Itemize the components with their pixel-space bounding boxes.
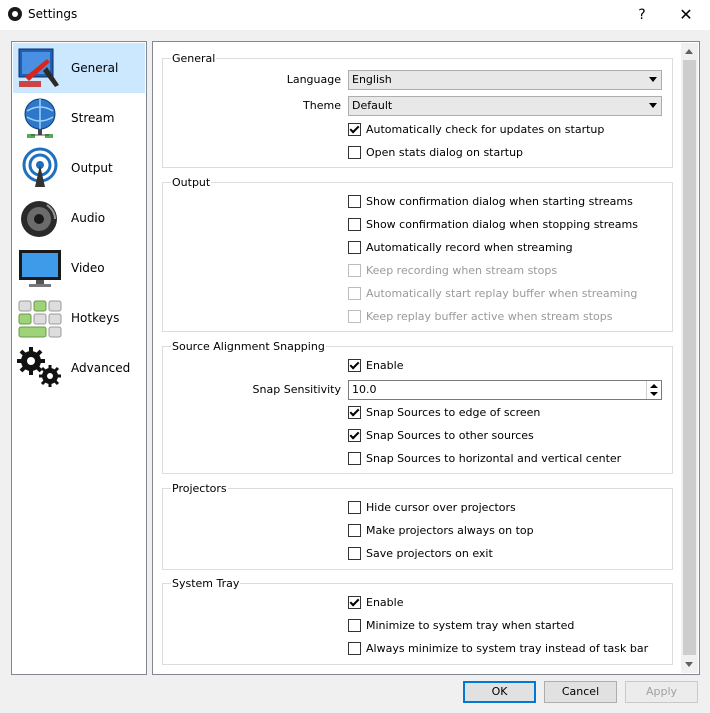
check-updates-checkbox[interactable] [348,123,361,136]
snap-center-checkbox[interactable] [348,452,361,465]
group-title: Output [171,176,212,189]
sidebar-item-audio[interactable]: Audio [13,193,145,243]
output-group: Output Show confirmation dialog when sta… [162,176,673,332]
sidebar-item-label: Audio [71,211,106,225]
ok-button[interactable]: OK [463,681,536,703]
checkbox-label: Automatically start replay buffer when s… [366,287,638,300]
snap-edge-checkbox[interactable] [348,406,361,419]
cancel-button[interactable]: Cancel [544,681,617,703]
theme-value: Default [352,99,393,112]
general-group: General Language English Theme Default A… [162,52,673,168]
sidebar-item-label: Hotkeys [71,311,120,325]
spin-down-icon[interactable] [650,392,658,396]
sidebar-item-hotkeys[interactable]: Hotkeys [13,293,145,343]
apply-button[interactable]: Apply [625,681,698,703]
checkbox-label: Automatically check for updates on start… [366,123,605,136]
chevron-down-icon [649,77,657,82]
confirm-stop-checkbox[interactable] [348,218,361,231]
sidebar-item-video[interactable]: Video [13,243,145,293]
sidebar-item-label: Video [71,261,105,275]
checkbox-label: Enable [366,596,404,609]
keep-recording-checkbox [348,264,361,277]
language-select[interactable]: English [348,70,662,90]
tray-enable-checkbox[interactable] [348,596,361,609]
help-button[interactable]: ? [632,5,652,25]
checkbox-label: Snap Sources to edge of screen [366,406,541,419]
sidebar-item-general[interactable]: General [13,43,145,93]
scroll-down-icon[interactable] [685,662,693,667]
keep-replay-checkbox [348,310,361,323]
stream-icon [24,98,56,138]
window-title: Settings [28,7,78,21]
checkbox-label: Show confirmation dialog when starting s… [366,195,633,208]
title-bar: Settings ? ✕ [0,0,710,30]
snap-other-checkbox[interactable] [348,429,361,442]
theme-label: Theme [303,99,341,112]
scroll-up-icon[interactable] [685,49,693,54]
sidebar-item-label: Advanced [71,361,131,375]
checkbox-label: Minimize to system tray when started [366,619,575,632]
confirm-start-checkbox[interactable] [348,195,361,208]
replay-buffer-checkbox [348,287,361,300]
advanced-icon [17,347,61,387]
snap-sensitivity-spinbox[interactable]: 10.0 [348,380,662,400]
system-tray-group: System Tray Enable Minimize to system tr… [162,577,673,665]
checkbox-label: Automatically record when streaming [366,241,573,254]
scrollbar-thumb[interactable] [683,60,696,655]
obs-logo-icon [8,7,22,21]
hotkeys-icon [18,300,62,338]
general-icon [18,48,59,87]
chevron-down-icon [649,103,657,108]
projectors-group: Projectors Hide cursor over projectors M… [162,482,673,570]
group-title: General [171,52,217,65]
always-minimize-checkbox[interactable] [348,642,361,655]
language-label: Language [286,73,341,86]
checkbox-label: Open stats dialog on startup [366,146,524,159]
sidebar-item-label: Output [71,161,113,175]
sidebar-item-label: General [71,61,119,75]
checkbox-label: Make projectors always on top [366,524,534,537]
always-on-top-checkbox[interactable] [348,524,361,537]
checkbox-label: Hide cursor over projectors [366,501,516,514]
save-projectors-checkbox[interactable] [348,547,361,560]
settings-content: General Language English Theme Default A… [152,41,700,675]
sidebar-item-label: Stream [71,111,115,125]
spin-up-icon[interactable] [650,384,658,388]
auto-record-checkbox[interactable] [348,241,361,254]
audio-icon [21,201,57,237]
checkbox-label: Enable [366,359,404,372]
sidebar-item-output[interactable]: Output [13,143,145,193]
checkbox-label: Save projectors on exit [366,547,493,560]
checkbox-label: Keep recording when stream stops [366,264,558,277]
checkbox-label: Snap Sources to other sources [366,429,534,442]
theme-select[interactable]: Default [348,96,662,116]
output-icon [22,147,58,187]
minimize-started-checkbox[interactable] [348,619,361,632]
hide-cursor-checkbox[interactable] [348,501,361,514]
sidebar-item-stream[interactable]: Stream [13,93,145,143]
language-value: English [352,73,392,86]
checkbox-label: Snap Sources to horizontal and vertical … [366,452,622,465]
group-title: Projectors [171,482,228,495]
group-title: Source Alignment Snapping [171,340,326,353]
snapping-group: Source Alignment Snapping Enable Snap Se… [162,340,673,474]
group-title: System Tray [171,577,241,590]
snap-enable-checkbox[interactable] [348,359,361,372]
snap-sensitivity-value: 10.0 [352,383,377,396]
snap-sensitivity-label: Snap Sensitivity [252,383,341,396]
video-icon [19,250,61,287]
checkbox-label: Always minimize to system tray instead o… [366,642,649,655]
open-stats-checkbox[interactable] [348,146,361,159]
sidebar-item-advanced[interactable]: Advanced [13,343,145,393]
settings-sidebar: General Stream Output Audio Video Hotkey… [11,41,147,675]
checkbox-label: Keep replay buffer active when stream st… [366,310,613,323]
spin-buttons[interactable] [646,381,661,399]
close-button[interactable]: ✕ [676,5,696,25]
checkbox-label: Show confirmation dialog when stopping s… [366,218,638,231]
vertical-scrollbar[interactable] [681,43,698,673]
